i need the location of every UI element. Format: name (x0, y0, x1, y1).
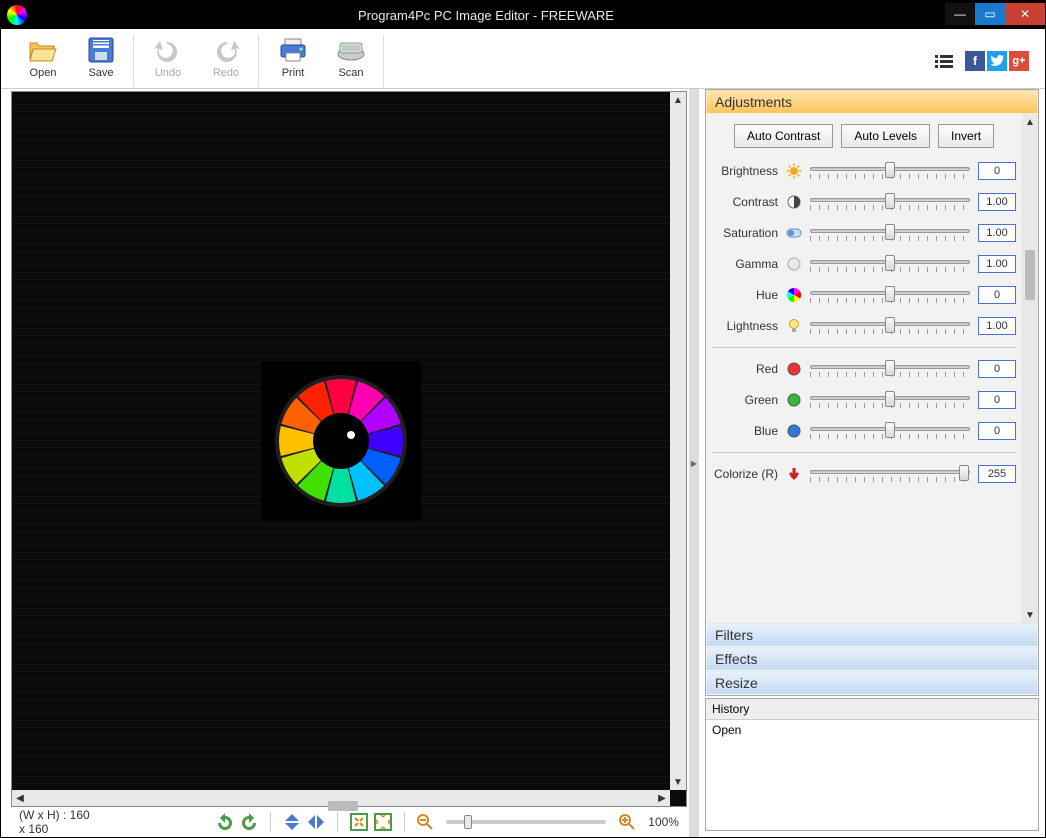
brightness-slider[interactable] (810, 162, 970, 180)
green-slider[interactable] (810, 391, 970, 409)
red-slider[interactable] (810, 360, 970, 378)
effects-header[interactable]: Effects (706, 647, 1038, 671)
adjustments-header[interactable]: Adjustments (706, 90, 1038, 114)
horizontal-scrollbar[interactable]: ◀▶ (12, 790, 670, 806)
contrast-slider[interactable] (810, 193, 970, 211)
zoom-label: 100% (648, 815, 679, 829)
zoom-in-icon[interactable] (618, 813, 636, 831)
invert-button[interactable]: Invert (938, 124, 994, 148)
green-label: Green (712, 393, 778, 407)
zoom-slider[interactable] (446, 820, 606, 824)
green-icon (786, 392, 802, 408)
image-content (261, 361, 421, 521)
zoom-out-icon[interactable] (416, 813, 434, 831)
red-value[interactable]: 0 (978, 360, 1016, 378)
hue-label: Hue (712, 288, 778, 302)
folder-open-icon (27, 35, 59, 65)
contrast-label: Contrast (712, 195, 778, 209)
save-button[interactable]: Save (79, 35, 123, 87)
close-button[interactable]: ✕ (1005, 3, 1045, 25)
print-button[interactable]: Print (271, 35, 315, 87)
maximize-button[interactable]: ▭ (975, 3, 1005, 25)
auto-contrast-button[interactable]: Auto Contrast (734, 124, 833, 148)
red-icon (786, 361, 802, 377)
brightness-label: Brightness (712, 164, 778, 178)
colorize-value[interactable]: 255 (978, 465, 1016, 483)
blue-label: Blue (712, 424, 778, 438)
minimize-button[interactable]: — (945, 3, 975, 25)
scan-button[interactable]: Scan (329, 35, 373, 87)
colorize-label: Colorize (R) (712, 467, 778, 481)
gamma-label: Gamma (712, 257, 778, 271)
panel-scrollbar[interactable]: ▲▼ (1022, 114, 1038, 623)
gamma-value[interactable]: 1.00 (978, 255, 1016, 273)
blue-slider[interactable] (810, 422, 970, 440)
history-panel: History Open (705, 698, 1039, 831)
saturation-icon (786, 225, 802, 241)
redo-icon (210, 35, 242, 65)
actual-size-icon[interactable] (374, 813, 392, 831)
filters-header[interactable]: Filters (706, 623, 1038, 647)
rotate-left-icon[interactable] (216, 813, 234, 831)
saturation-label: Saturation (712, 226, 778, 240)
window-title: Program4Pc PC Image Editor - FREEWARE (27, 8, 945, 23)
colorize-slider[interactable] (810, 465, 970, 483)
green-value[interactable]: 0 (978, 391, 1016, 409)
vertical-scrollbar[interactable]: ▲▼ (670, 92, 686, 790)
titlebar: Program4Pc PC Image Editor - FREEWARE — … (1, 1, 1045, 29)
blue-value[interactable]: 0 (978, 422, 1016, 440)
list-icon[interactable] (935, 54, 953, 68)
red-label: Red (712, 362, 778, 376)
contrast-value[interactable]: 1.00 (978, 193, 1016, 211)
hue-icon (786, 287, 802, 303)
googleplus-icon[interactable]: g+ (1009, 51, 1029, 71)
contrast-icon (786, 194, 802, 210)
dimensions-label: (W x H) : 160 x 160 (19, 808, 92, 836)
app-icon (7, 5, 27, 25)
collapse-handle[interactable]: ▶ (689, 89, 699, 837)
hue-slider[interactable] (810, 286, 970, 304)
undo-button[interactable]: Undo (146, 35, 190, 87)
lightness-slider[interactable] (810, 317, 970, 335)
redo-button[interactable]: Redo (204, 35, 248, 87)
twitter-icon[interactable] (987, 51, 1007, 71)
fit-screen-icon[interactable] (350, 813, 368, 831)
saturation-value[interactable]: 1.00 (978, 224, 1016, 242)
lightness-value[interactable]: 1.00 (978, 317, 1016, 335)
hue-value[interactable]: 0 (978, 286, 1016, 304)
gamma-icon (786, 256, 802, 272)
floppy-disk-icon (85, 35, 117, 65)
lightness-label: Lightness (712, 319, 778, 333)
toolbar: Open Save Undo Redo (1, 29, 1045, 89)
undo-icon (152, 35, 184, 65)
saturation-slider[interactable] (810, 224, 970, 242)
colorize-icon (786, 466, 802, 482)
gamma-slider[interactable] (810, 255, 970, 273)
scanner-icon (335, 35, 367, 65)
history-item[interactable]: Open (712, 723, 1032, 737)
rotate-right-icon[interactable] (240, 813, 258, 831)
auto-levels-button[interactable]: Auto Levels (841, 124, 930, 148)
statusbar: (W x H) : 160 x 160 (11, 807, 687, 837)
resize-header[interactable]: Resize (706, 671, 1038, 695)
history-title: History (706, 699, 1038, 720)
lightness-icon (786, 318, 802, 334)
flip-vertical-icon[interactable] (283, 813, 301, 831)
brightness-value[interactable]: 0 (978, 162, 1016, 180)
facebook-icon[interactable]: f (965, 51, 985, 71)
printer-icon (277, 35, 309, 65)
canvas[interactable]: ▲▼ ◀▶ (11, 91, 687, 807)
brightness-icon (786, 163, 802, 179)
blue-icon (786, 423, 802, 439)
open-button[interactable]: Open (21, 35, 65, 87)
flip-horizontal-icon[interactable] (307, 813, 325, 831)
